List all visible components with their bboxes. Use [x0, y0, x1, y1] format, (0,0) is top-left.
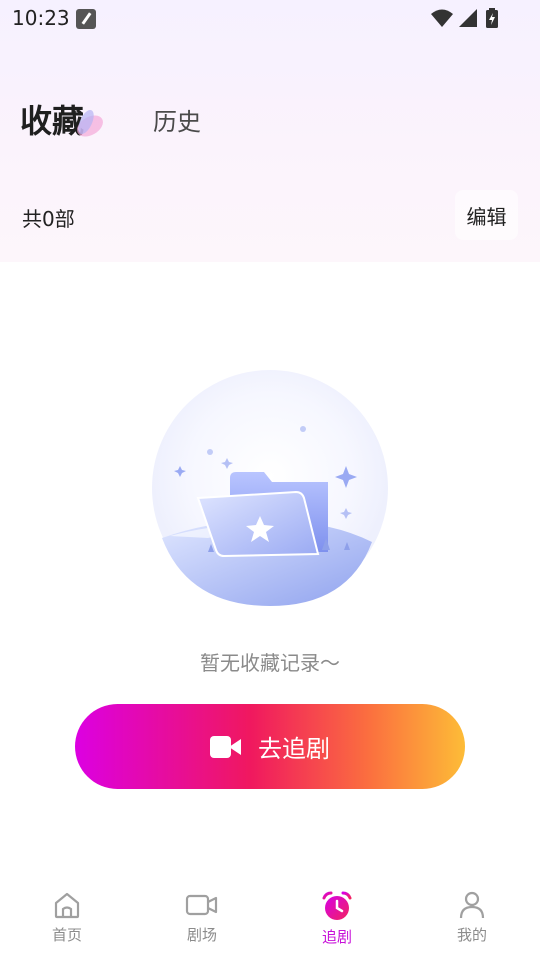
status-icons [430, 8, 500, 28]
video-icon [185, 894, 218, 916]
wifi-icon [431, 9, 453, 27]
favorites-count: 共0部 [22, 207, 75, 231]
nav-item-home[interactable]: 首页 [27, 890, 107, 950]
nav-label-follow: 追剧 [321, 928, 352, 946]
user-icon [459, 891, 485, 919]
tab-history[interactable]: 历史 [153, 102, 201, 137]
bottom-nav: 首页 剧场 追剧 我的 [0, 880, 540, 960]
status-time: 10:23 [12, 6, 70, 30]
empty-folder-illustration [152, 370, 388, 606]
nav-item-theater[interactable]: 剧场 [162, 890, 242, 950]
go-watch-label: 去追剧 [258, 735, 330, 763]
notification-icon [76, 9, 96, 29]
status-bar: 10:23 [0, 0, 540, 36]
favorites-screen: 10:23 收藏 历史 共0部 编辑 暂无收藏记录～ 去追剧 首页 剧场 追剧 … [0, 0, 540, 960]
empty-state-message: 暂无收藏记录～ [200, 651, 340, 675]
go-watch-button[interactable]: 去追剧 [75, 704, 465, 789]
video-camera-icon [210, 735, 242, 758]
edit-button[interactable]: 编辑 [455, 190, 518, 240]
nav-label-mine: 我的 [456, 926, 487, 944]
nav-item-mine[interactable]: 我的 [432, 890, 512, 950]
nav-label-home: 首页 [51, 926, 82, 944]
battery-icon [486, 8, 498, 28]
signal-icon [459, 9, 477, 27]
alarm-clock-icon [322, 891, 352, 920]
home-icon [54, 892, 80, 919]
nav-label-theater: 剧场 [186, 926, 217, 944]
nav-item-follow[interactable]: 追剧 [297, 890, 377, 950]
tab-active-indicator-icon [77, 109, 103, 137]
